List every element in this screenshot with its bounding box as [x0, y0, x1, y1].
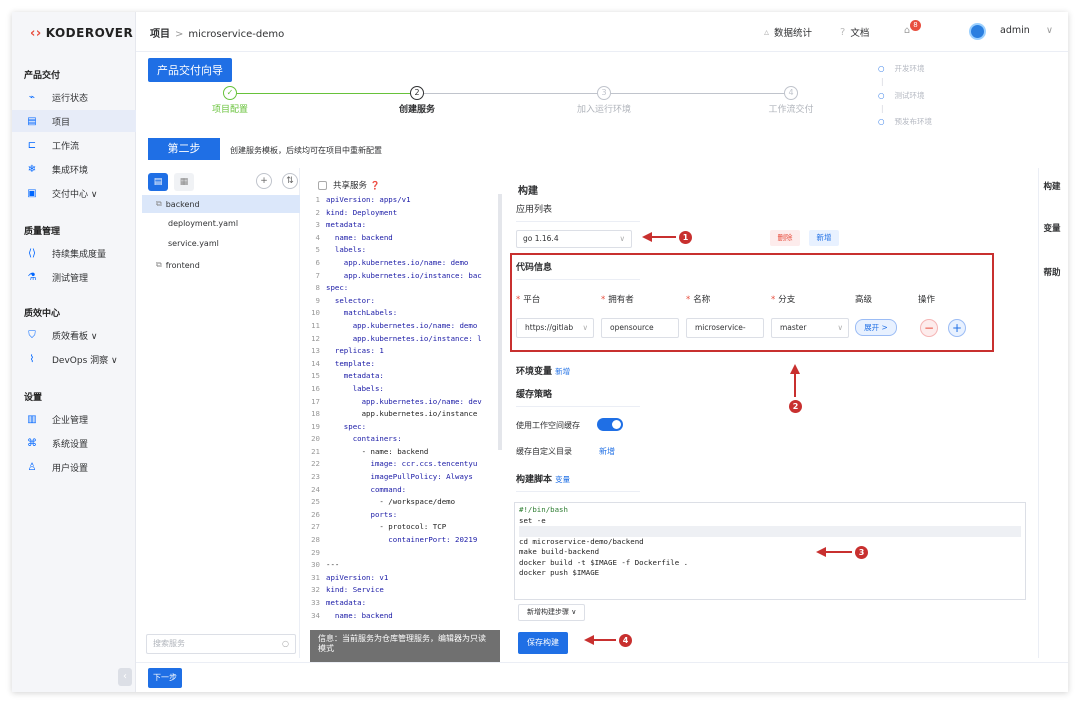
annotation-arrows — [584, 232, 852, 645]
annotation-arrowhead-3 — [816, 547, 826, 557]
annotation-badge-3: 3 — [855, 546, 868, 559]
annotation-arrowhead-1 — [642, 232, 652, 242]
annotation-arrowhead-2 — [790, 364, 800, 374]
annotation-badge-1: 1 — [679, 231, 692, 244]
app-window: ‹› KODEROVER 产品交付 ⌁ 运行状态 ▤ 项目 ⊏ 工作流 ❄ 集成环境 ▣ 交… — [12, 12, 1068, 692]
annotation-badge-2: 2 — [789, 400, 802, 413]
annotation-arrowhead-4 — [584, 635, 594, 645]
annotation-badge-4: 4 — [619, 634, 632, 647]
